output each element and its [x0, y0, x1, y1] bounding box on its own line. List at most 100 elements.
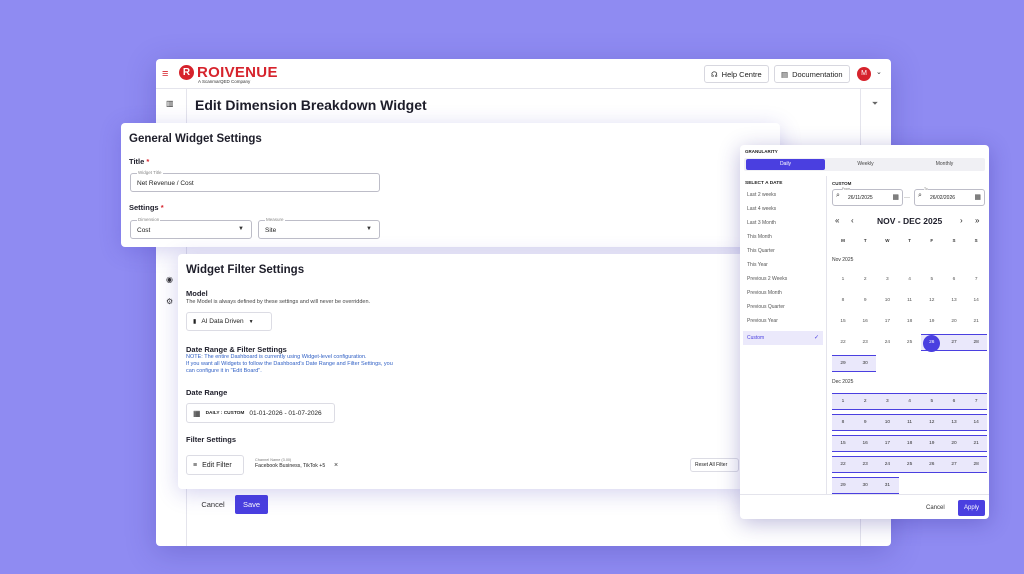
calendar-day[interactable]: 24	[876, 457, 898, 473]
calendar-day[interactable]: 17	[876, 314, 898, 330]
preset-item[interactable]: This Quarter	[743, 244, 823, 258]
calendar-day[interactable]: 13	[943, 415, 965, 431]
granularity-weekly[interactable]: Weekly	[826, 159, 905, 170]
calendar-day[interactable]: 3	[876, 394, 898, 410]
from-date-input[interactable]: From ⌕ 26/11/2025 ▦	[832, 187, 903, 206]
eye-icon[interactable]: ◉	[166, 275, 173, 284]
calendar-day[interactable]: 1	[832, 272, 854, 288]
calendar-day[interactable]: 17	[876, 436, 898, 452]
calendar-day[interactable]: 14	[965, 415, 987, 431]
calendar-day[interactable]: 21	[965, 436, 987, 452]
calendar-day[interactable]: 20	[943, 436, 965, 452]
settings-icon[interactable]: ⚙	[166, 297, 173, 306]
filter-funnel-icon[interactable]: ⏷	[868, 99, 882, 113]
calendar-day[interactable]: 5	[921, 394, 943, 410]
double-chevron-left-icon[interactable]: «	[835, 216, 839, 225]
calendar-day[interactable]: 4	[899, 394, 921, 410]
calendar-day[interactable]: 4	[899, 272, 921, 288]
calendar-day[interactable]: 18	[899, 436, 921, 452]
calendar-day[interactable]: 28	[965, 335, 987, 351]
chevron-left-icon[interactable]: ‹	[851, 216, 854, 225]
help-centre-button[interactable]: ☊ Help Centre	[704, 65, 769, 83]
preset-item[interactable]: This Month	[743, 230, 823, 244]
calendar-day[interactable]: 20	[943, 314, 965, 330]
granularity-monthly[interactable]: Monthly	[905, 159, 984, 170]
calendar-day[interactable]: 2	[854, 272, 876, 288]
calendar-day[interactable]: 13	[943, 293, 965, 309]
widget-title-input[interactable]: Widget Title Net Revenue / Cost	[130, 170, 380, 192]
calendar-day[interactable]: 23	[854, 335, 876, 351]
calendar-day[interactable]: 8	[832, 293, 854, 309]
calendar-day[interactable]: 22	[832, 335, 854, 351]
calendar-day[interactable]: 29	[832, 478, 854, 494]
calendar-day[interactable]: 22	[832, 457, 854, 473]
preset-item-custom[interactable]: Custom ✓	[743, 331, 823, 345]
calendar-day[interactable]: 12	[921, 293, 943, 309]
preset-item[interactable]: Previous 2 Weeks	[743, 272, 823, 286]
calendar-day[interactable]: 25	[899, 335, 921, 351]
filter-chip-value[interactable]: Facebook Business, TikTok +5	[255, 463, 325, 469]
calendar-day[interactable]: 19	[921, 314, 943, 330]
preset-item[interactable]: Previous Quarter	[743, 300, 823, 314]
calendar-day[interactable]: 31	[876, 478, 898, 494]
documentation-button[interactable]: ▤ Documentation	[774, 65, 850, 83]
preset-item[interactable]: Previous Year	[743, 314, 823, 328]
calendar-day[interactable]: 10	[876, 415, 898, 431]
cancel-button[interactable]: Cancel	[196, 495, 230, 513]
calendar-day[interactable]: 16	[854, 436, 876, 452]
calendar-day[interactable]: 21	[965, 314, 987, 330]
preset-item[interactable]: Last 3 Month	[743, 216, 823, 230]
avatar[interactable]: M	[857, 67, 871, 81]
dimension-select[interactable]: Dimension Cost ▼	[130, 217, 252, 239]
save-button[interactable]: Save	[235, 495, 268, 514]
preset-item[interactable]: Last 2 weeks	[743, 188, 823, 202]
calendar-day[interactable]: 2	[854, 394, 876, 410]
calendar-day[interactable]: 28	[965, 457, 987, 473]
calendar-day[interactable]: 12	[921, 415, 943, 431]
preset-item[interactable]: Previous Month	[743, 286, 823, 300]
buildings-icon[interactable]: ▥	[166, 99, 174, 108]
calendar-day[interactable]: 16	[854, 314, 876, 330]
apply-button[interactable]: Apply	[958, 500, 985, 516]
calendar-day[interactable]: 29	[832, 356, 854, 372]
calendar-day[interactable]: 15	[832, 314, 854, 330]
calendar-day[interactable]: 23	[854, 457, 876, 473]
calendar-day[interactable]: 15	[832, 436, 854, 452]
calendar-day[interactable]: 27	[943, 457, 965, 473]
edit-filter-button[interactable]: ≡ Edit Filter	[186, 455, 244, 475]
calendar-day[interactable]: 19	[921, 436, 943, 452]
calendar-day[interactable]: 27	[943, 335, 965, 351]
preset-item[interactable]: This Year	[743, 258, 823, 272]
calendar-day[interactable]: 5	[921, 272, 943, 288]
reset-all-filter-button[interactable]: Reset All Filter	[690, 458, 739, 472]
chevron-right-icon[interactable]: ›	[960, 216, 963, 225]
double-chevron-right-icon[interactable]: »	[975, 216, 979, 225]
calendar-day[interactable]: 14	[965, 293, 987, 309]
calendar-day[interactable]: 1	[832, 394, 854, 410]
calendar-day[interactable]: 30	[854, 356, 876, 372]
calendar-day[interactable]: 6	[943, 394, 965, 410]
date-range-button[interactable]: ▦ DAILY : CUSTOM 01-01-2026 - 01-07-2026	[186, 403, 335, 423]
calendar-day[interactable]: 11	[899, 415, 921, 431]
model-select[interactable]: ▮ AI Data Driven ▼	[186, 312, 272, 331]
calendar-day[interactable]: 10	[876, 293, 898, 309]
calendar-day[interactable]: 6	[943, 272, 965, 288]
collapse-menu-icon[interactable]: ≡	[162, 68, 168, 80]
granularity-daily[interactable]: Daily	[746, 159, 825, 170]
measure-select[interactable]: Measure Site ▼	[258, 217, 380, 239]
calendar-day[interactable]: 11	[899, 293, 921, 309]
calendar-day[interactable]: 25	[899, 457, 921, 473]
calendar-day[interactable]: 9	[854, 415, 876, 431]
calendar-day[interactable]: 24	[876, 335, 898, 351]
calendar-day[interactable]: 30	[854, 478, 876, 494]
calendar-day[interactable]: 7	[965, 394, 987, 410]
calendar-day[interactable]: 3	[876, 272, 898, 288]
picker-cancel-button[interactable]: Cancel	[926, 505, 945, 511]
calendar-day[interactable]: 26	[921, 457, 943, 473]
calendar-day[interactable]: 7	[965, 272, 987, 288]
calendar-day[interactable]: 18	[899, 314, 921, 330]
preset-item[interactable]: Last 4 weeks	[743, 202, 823, 216]
calendar-day[interactable]: 8	[832, 415, 854, 431]
calendar-day[interactable]: 26	[921, 335, 943, 351]
chevron-down-icon[interactable]: ⌄	[876, 68, 882, 76]
